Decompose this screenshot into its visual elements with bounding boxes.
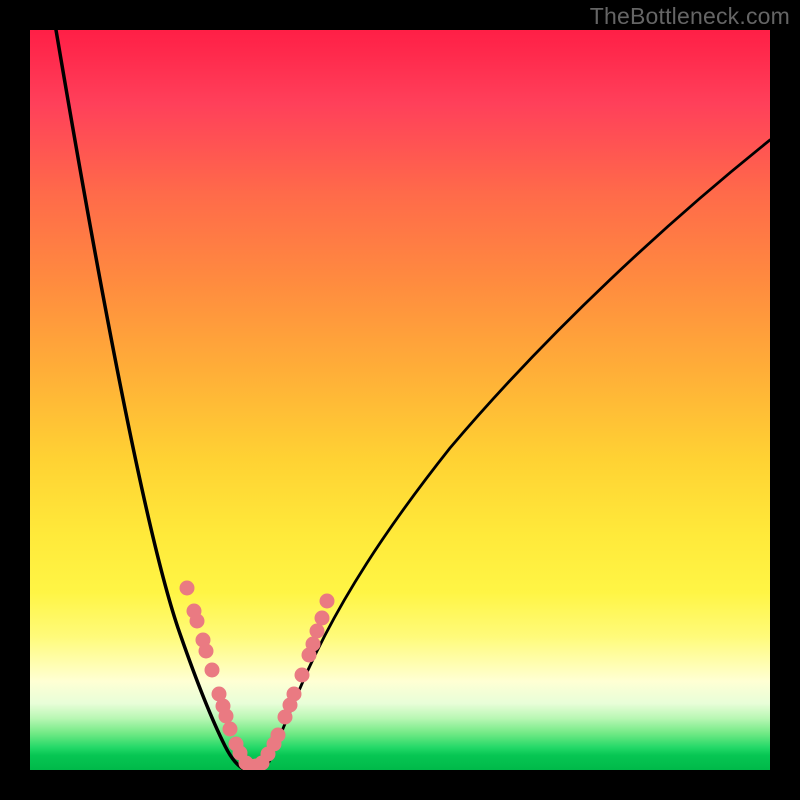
sample-marker <box>223 722 238 737</box>
sample-marker <box>199 644 214 659</box>
watermark-text: TheBottleneck.com <box>590 3 790 30</box>
sample-marker <box>219 709 234 724</box>
sample-marker <box>287 687 302 702</box>
sample-marker <box>306 637 321 652</box>
sample-marker <box>180 581 195 596</box>
sample-marker <box>315 611 330 626</box>
curve-overlay <box>30 30 770 770</box>
sample-marker <box>190 614 205 629</box>
sample-marker <box>310 624 325 639</box>
sample-marker <box>271 728 286 743</box>
sample-marker <box>205 663 220 678</box>
curve-right-curve <box>258 140 770 770</box>
sample-marker <box>320 594 335 609</box>
sample-marker <box>295 668 310 683</box>
curve-left-curve <box>56 30 246 770</box>
plot-area <box>30 30 770 770</box>
outer-black-frame: TheBottleneck.com <box>0 0 800 800</box>
